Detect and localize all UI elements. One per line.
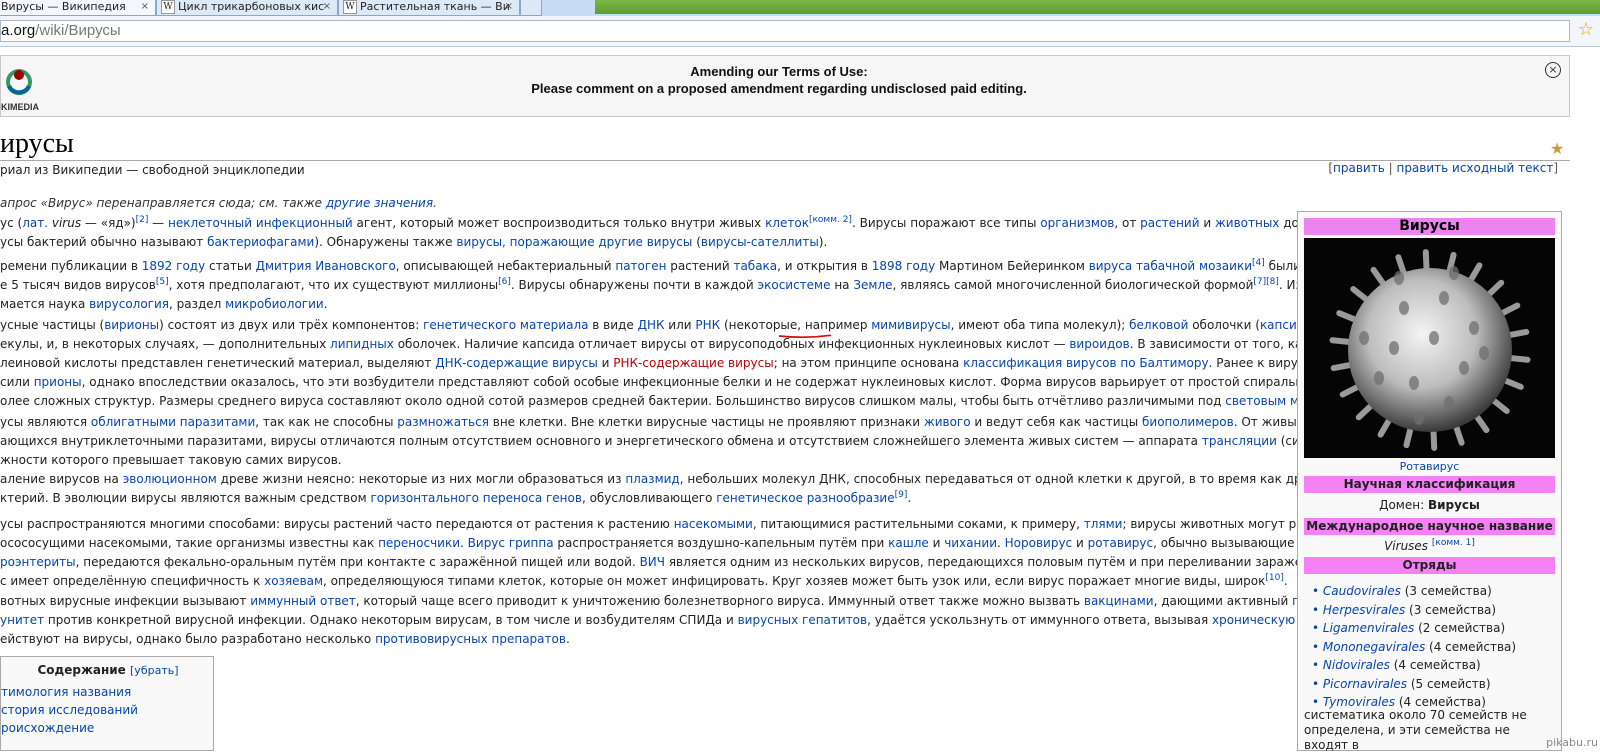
toc-item[interactable]: тимология названия <box>1 685 131 699</box>
paragraph: усы распространяются многими способами: … <box>0 517 1434 588</box>
red-underline-mark <box>778 334 832 338</box>
paragraph: аление вирусов на эволюционном древе жиз… <box>0 472 1443 505</box>
tab-krebs-cycle[interactable]: W Цикл трикарбоновых кис × <box>156 0 338 16</box>
list-item: • Picornavirales (5 семейств) <box>1312 676 1491 691</box>
watermark: pikabu.ru <box>1546 736 1598 749</box>
toc-item[interactable]: стория исследований <box>1 703 138 717</box>
intl-name-row: Viruses [комм. 1] <box>1384 538 1475 554</box>
infobox: Вирусы Ротавирус Научная классификация Д… <box>1297 211 1562 752</box>
tab-plant-tissue[interactable]: W Растительная ткань — Ви × <box>338 0 520 16</box>
browser-tab-strip: Вирусы — Википедия × W Цикл трикарбоновых… <box>0 0 1600 16</box>
paragraph: вотных вирусные инфекции вызывают иммунн… <box>0 594 1441 646</box>
tab-label: Вирусы — Википедия <box>1 0 126 13</box>
bookmark-star-icon[interactable]: ☆ <box>1578 19 1594 40</box>
address-bar: a.org/wiki/Вирусы ☆ <box>0 16 1600 47</box>
toc-hide-link[interactable]: [убрать] <box>130 664 179 677</box>
orders-header: Отряды <box>1304 557 1555 574</box>
rotavirus-image[interactable] <box>1304 238 1555 458</box>
wikipedia-icon: W <box>161 0 175 14</box>
tab-label: Цикл трикарбоновых кис <box>178 0 325 13</box>
toc-item[interactable]: роисхождение <box>1 721 94 735</box>
url-path: /wiki/Вирусы <box>35 22 121 39</box>
list-item: • Caudovirales (3 семейства) <box>1312 584 1492 598</box>
logo-text: KIMEDIA <box>1 102 40 112</box>
site-notice-banner: KIMEDIA Amending our Terms of Use: Pleas… <box>0 55 1570 117</box>
list-item: • Herpesvirales (3 семейства) <box>1312 602 1497 617</box>
close-tab-icon[interactable]: × <box>505 0 513 14</box>
domain-row: Домен: Вирусы <box>1379 498 1480 512</box>
url-domain: a.org <box>1 22 36 39</box>
url-input[interactable]: a.org/wiki/Вирусы <box>0 20 1570 42</box>
site-subtitle: риал из Википедии — свободной энциклопед… <box>0 163 305 177</box>
featured-star-icon: ★ <box>1550 139 1565 158</box>
new-tab-button[interactable] <box>520 0 542 16</box>
banner-message[interactable]: Please comment on a proposed amendment r… <box>1 81 1557 96</box>
banner-title: Amending our Terms of Use: <box>690 64 868 79</box>
tab-viruses[interactable]: Вирусы — Википедия × <box>0 0 156 16</box>
page-title: ирусы <box>0 128 74 159</box>
hatnote: апрос «Вирус» перенаправляется сюда; см.… <box>0 196 437 210</box>
wikipedia-icon: W <box>343 0 357 14</box>
image-caption: Ротавирус <box>1399 460 1460 473</box>
edit-source-link[interactable]: править исходный текст <box>1396 161 1553 175</box>
paragraph: ус (лат. virus — «яд»)[2] — неклеточный … <box>0 215 1428 250</box>
list-item: • Nidovirales (4 семейства) <box>1312 658 1481 672</box>
close-icon[interactable]: × <box>1545 62 1561 78</box>
table-of-contents: Содержание [убрать] тимология названия с… <box>0 656 214 751</box>
list-item: • Ligamenvirales (2 семейства) <box>1312 621 1506 635</box>
orders-list: • Caudovirales (3 семейства) • Herpesvir… <box>1312 582 1556 712</box>
sci-class-header: Научная классификация <box>1304 476 1555 493</box>
close-tab-icon[interactable]: × <box>141 0 149 14</box>
list-item: • Mononegavirales (4 семейства) <box>1312 639 1517 654</box>
paragraph: ремени публикации в 1892 году статьи Дми… <box>0 258 1423 312</box>
paragraph: усные частицы (вирионы) состоят из двух … <box>0 318 1444 408</box>
window-titlebar <box>595 0 1600 14</box>
edit-links: [править | править исходный текст] <box>1328 161 1558 175</box>
infobox-title: Вирусы <box>1304 218 1555 235</box>
paragraph: усы являются облигатными паразитами, так… <box>0 415 1440 467</box>
close-tab-icon[interactable]: × <box>323 0 331 14</box>
toc-title: Содержание [убрать] <box>37 663 179 677</box>
infobox-note: систематика около 70 семейств не определ… <box>1304 708 1527 752</box>
intl-name-header: Международное научное название <box>1304 518 1555 535</box>
disambiguation-link[interactable]: другие значения <box>326 196 433 210</box>
edit-link[interactable]: править <box>1333 161 1385 175</box>
tab-label: Растительная ткань — Ви <box>360 0 510 13</box>
